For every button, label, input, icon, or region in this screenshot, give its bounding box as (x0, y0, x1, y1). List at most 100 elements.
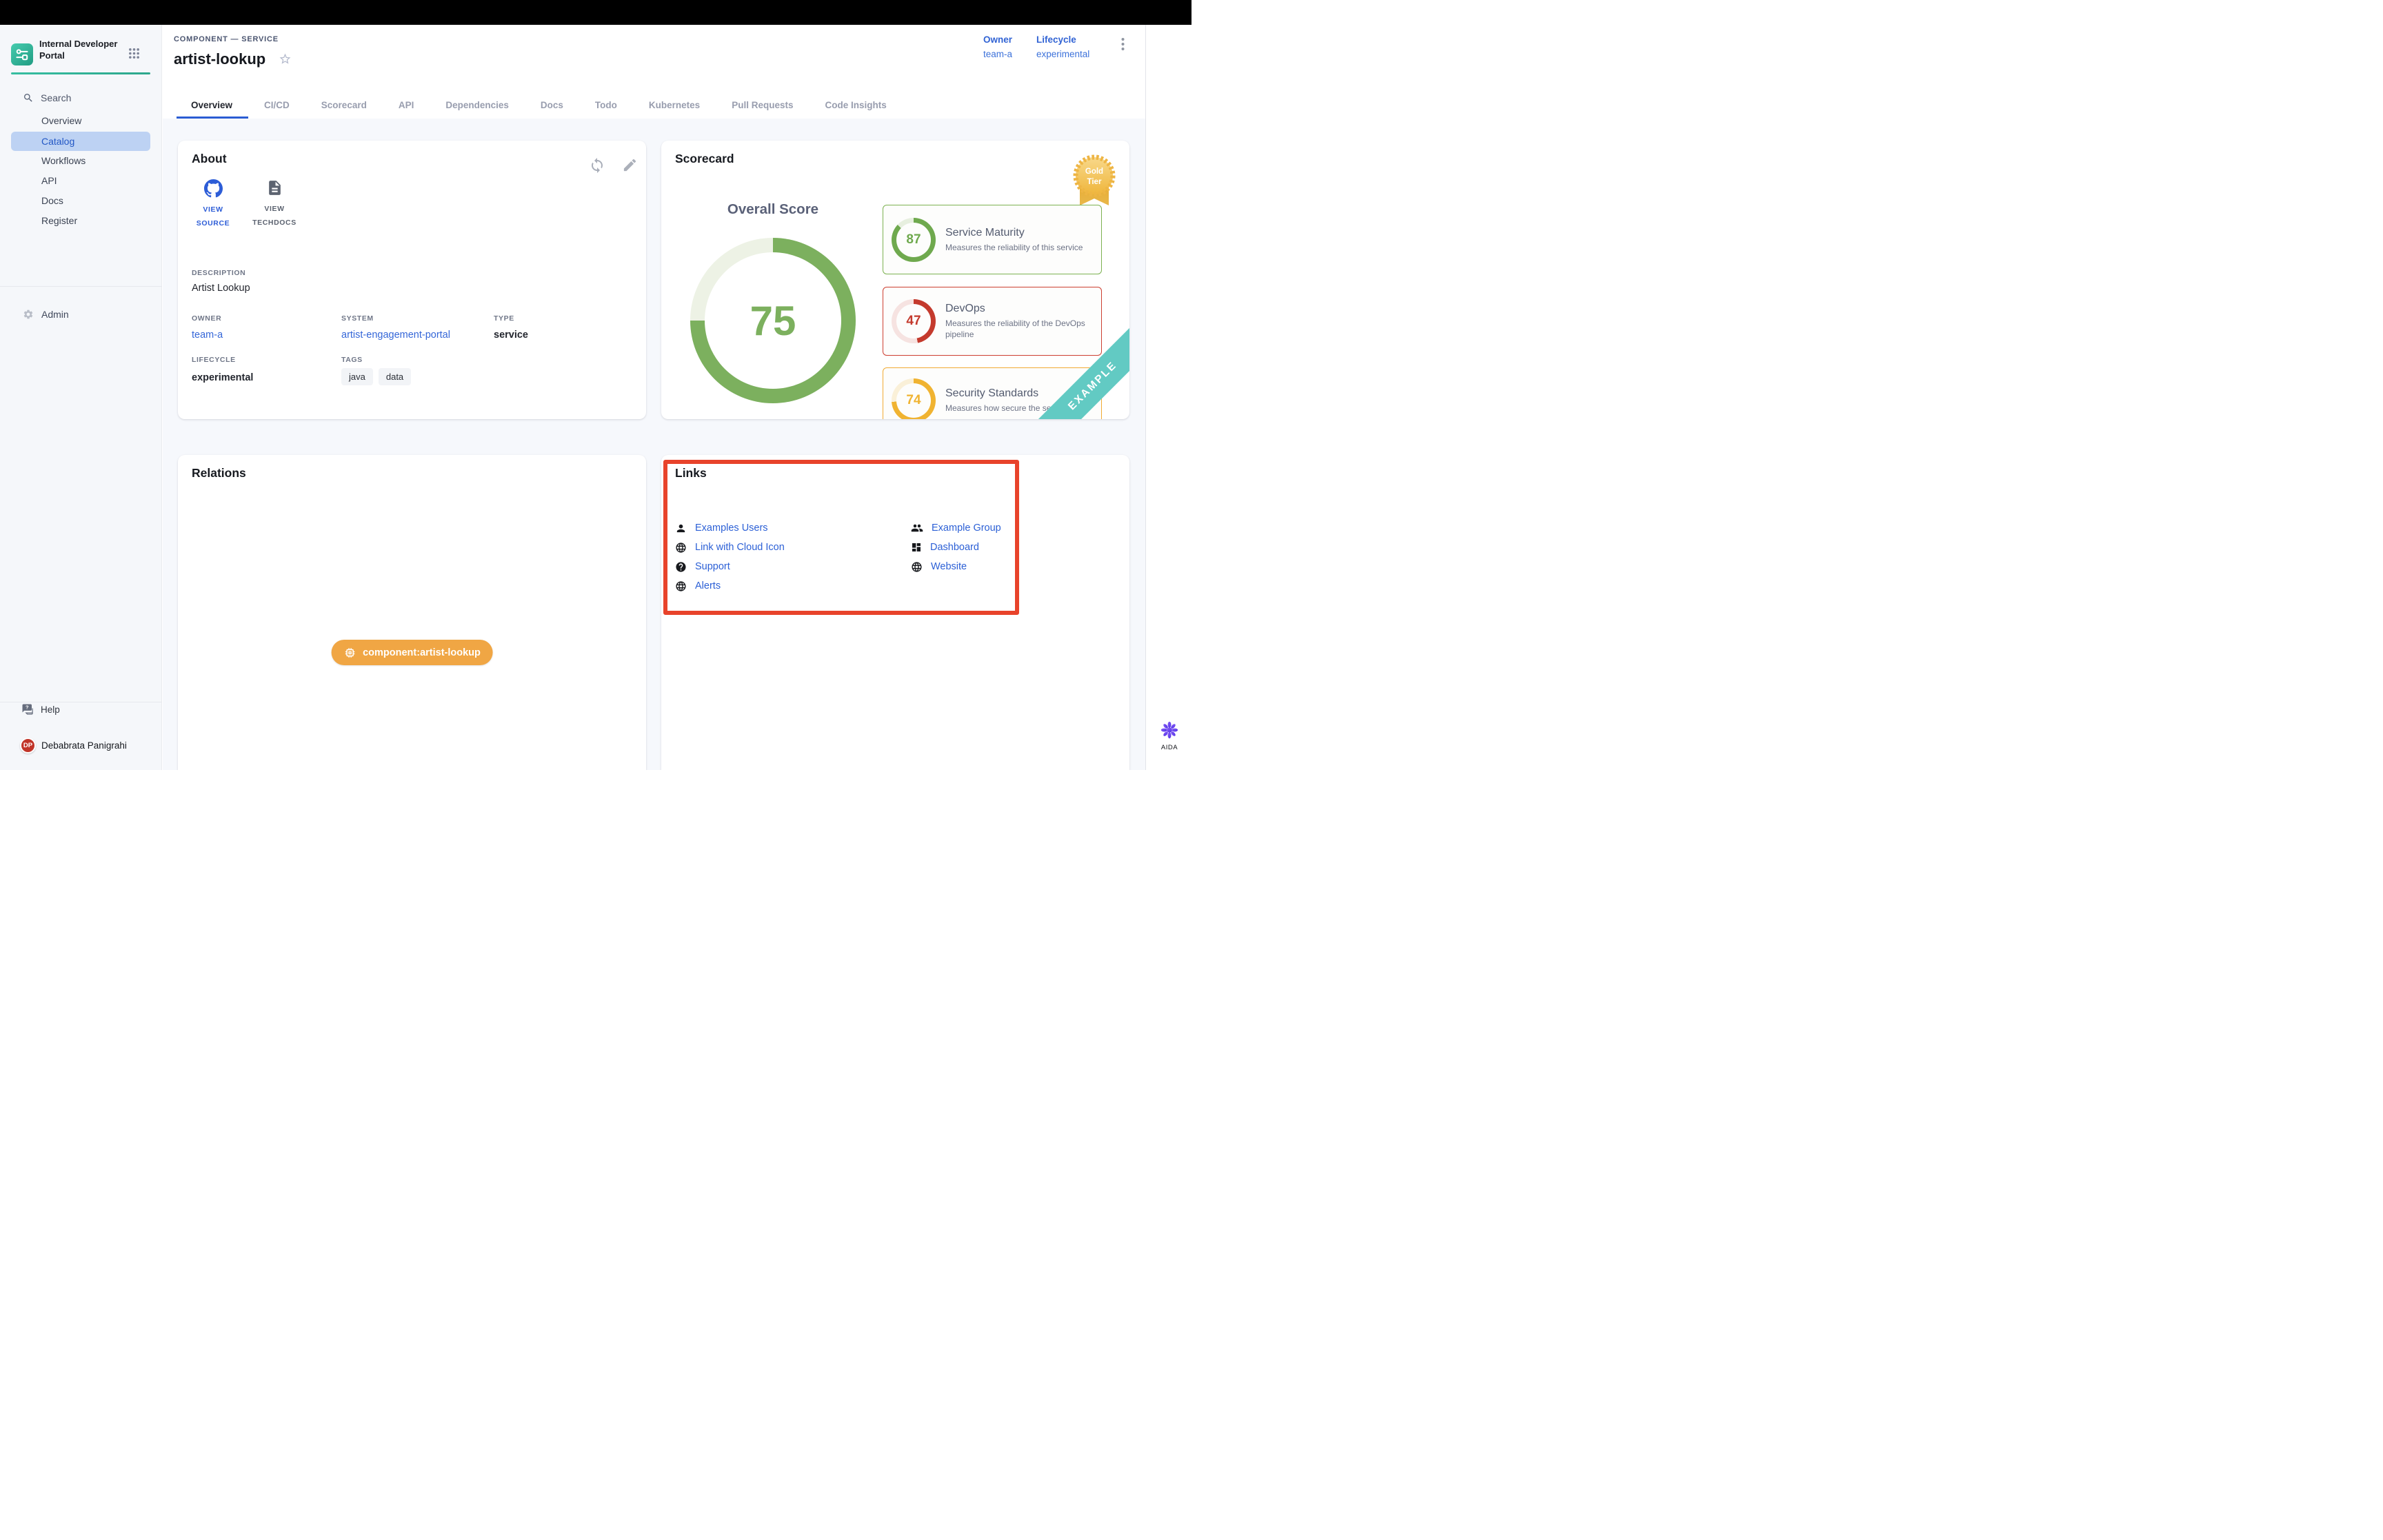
link-alerts[interactable]: Alerts (675, 576, 785, 596)
tab-cicd[interactable]: CI/CD (248, 92, 305, 119)
view-techdocs-link[interactable]: VIEW TECHDOCS (247, 179, 302, 230)
sidebar-item-api[interactable]: API (41, 175, 57, 186)
tab-kubernetes[interactable]: Kubernetes (633, 92, 716, 119)
owner-field-value[interactable]: team-a (192, 330, 223, 341)
view-source-link[interactable]: VIEW SOURCE (190, 179, 236, 230)
link-website[interactable]: Website (911, 557, 1001, 576)
group-icon (911, 522, 923, 534)
about-card: About VIEW SOURCE VIEW TECHDOCS DESCRIPT… (178, 141, 646, 419)
score-item-devops[interactable]: 47 DevOps Measures the reliability of th… (883, 287, 1102, 356)
tab-overview[interactable]: Overview (177, 92, 248, 119)
refresh-icon[interactable] (589, 157, 605, 174)
system-field-value[interactable]: artist-engagement-portal (341, 330, 450, 341)
relations-entity-chip[interactable]: component:artist-lookup (331, 640, 493, 665)
github-icon (204, 179, 223, 198)
sidebar-search[interactable]: Search (23, 92, 71, 103)
type-field-value: service (494, 330, 528, 341)
score-item-description: Measures the reliability of this service (945, 242, 1083, 253)
link-dashboard[interactable]: Dashboard (911, 538, 1001, 557)
type-field-label: TYPE (494, 314, 514, 323)
document-icon (266, 179, 283, 196)
svg-text:Tier: Tier (1087, 178, 1102, 186)
help-chat-icon: ? (21, 703, 34, 716)
lifecycle-field-label: LIFECYCLE (192, 356, 236, 364)
sidebar-item-register[interactable]: Register (41, 215, 77, 226)
sidebar-item-workflows[interactable]: Workflows (41, 155, 86, 166)
tag-chip[interactable]: java (341, 368, 373, 385)
owner-meta: Owner team-a (983, 34, 1012, 59)
relations-entity-label: component:artist-lookup (363, 647, 481, 658)
globe-icon (675, 580, 687, 592)
score-ring: 87 (892, 218, 936, 262)
lifecycle-label[interactable]: Lifecycle (1036, 34, 1089, 45)
scorecard-title: Scorecard (675, 152, 734, 166)
scorecard-card: Scorecard Gold Tier Overall Score 75 87 (661, 141, 1129, 419)
brand-title: Internal Developer Portal (39, 39, 123, 61)
search-label: Search (41, 92, 71, 103)
favorite-star-icon[interactable] (279, 52, 292, 69)
tab-code-insights[interactable]: Code Insights (809, 92, 902, 119)
tags-field-label: TAGS (341, 356, 363, 364)
tab-docs[interactable]: Docs (525, 92, 579, 119)
help-button[interactable]: ? Help (21, 703, 60, 716)
aida-widget[interactable]: AIDA (1153, 721, 1186, 751)
score-item-service-maturity[interactable]: 87 Service Maturity Measures the reliabi… (883, 205, 1102, 274)
lifecycle-meta: Lifecycle experimental (1036, 34, 1089, 59)
score-item-title: DevOps (945, 303, 1087, 315)
svg-text:Gold: Gold (1085, 168, 1103, 176)
help-label: Help (41, 705, 60, 715)
gear-icon (23, 309, 34, 320)
tab-scorecard[interactable]: Scorecard (305, 92, 383, 119)
tags-row: java data (341, 368, 411, 385)
link-support[interactable]: Support (675, 557, 785, 576)
relations-card: Relations component:artist-lookup (178, 455, 646, 770)
user-menu[interactable]: DP Debabrata Panigrahi (20, 738, 127, 753)
overall-score-gauge: 75 (690, 238, 856, 403)
more-menu-icon[interactable] (1121, 37, 1125, 54)
sidebar-item-docs[interactable]: Docs (41, 195, 63, 206)
top-black-bar (0, 0, 1192, 25)
overall-score-value: 75 (750, 297, 796, 345)
aida-flower-icon (1160, 721, 1178, 739)
description-value: Artist Lookup (192, 283, 250, 294)
tag-chip[interactable]: data (379, 368, 411, 385)
description-label: DESCRIPTION (192, 269, 245, 277)
owner-label[interactable]: Owner (983, 34, 1012, 45)
tab-api[interactable]: API (383, 92, 430, 119)
globe-icon (675, 542, 687, 554)
owner-value-link[interactable]: team-a (983, 49, 1012, 59)
links-title: Links (675, 466, 707, 480)
svg-text:?: ? (26, 705, 29, 711)
link-with-cloud-icon[interactable]: Link with Cloud Icon (675, 538, 785, 557)
brand-divider (11, 72, 150, 74)
user-name: Debabrata Panigrahi (41, 740, 127, 751)
apps-grid-icon[interactable] (128, 48, 140, 63)
aida-label: AIDA (1153, 744, 1186, 751)
score-ring: 47 (892, 299, 936, 343)
tab-todo[interactable]: Todo (579, 92, 633, 119)
score-item-description: Measures how secure the ser (945, 403, 1054, 414)
page-title: artist-lookup (174, 50, 265, 68)
edit-pencil-icon[interactable] (622, 157, 639, 174)
sidebar: Internal Developer Portal Search Overvie… (0, 25, 162, 770)
person-icon (675, 523, 687, 534)
chip-icon (343, 647, 356, 659)
help-circle-icon (675, 561, 687, 573)
relations-title: Relations (192, 466, 246, 480)
admin-label: Admin (41, 309, 69, 320)
sliders-logo-icon (14, 47, 30, 62)
sidebar-item-overview[interactable]: Overview (41, 115, 81, 126)
page: Internal Developer Portal Search Overvie… (0, 0, 1192, 770)
owner-field-label: OWNER (192, 314, 221, 323)
avatar: DP (20, 738, 36, 753)
links-column-right: Example Group Dashboard Website (911, 518, 1001, 576)
link-examples-users[interactable]: Examples Users (675, 518, 785, 538)
tab-pull-requests[interactable]: Pull Requests (716, 92, 809, 119)
app-logo[interactable] (11, 43, 33, 65)
overall-score-label: Overall Score (690, 201, 856, 218)
sidebar-item-admin[interactable]: Admin (23, 309, 69, 320)
tab-dependencies[interactable]: Dependencies (430, 92, 525, 119)
sidebar-item-catalog[interactable]: Catalog (11, 132, 150, 151)
score-ring: 74 (892, 378, 936, 419)
link-example-group[interactable]: Example Group (911, 518, 1001, 538)
